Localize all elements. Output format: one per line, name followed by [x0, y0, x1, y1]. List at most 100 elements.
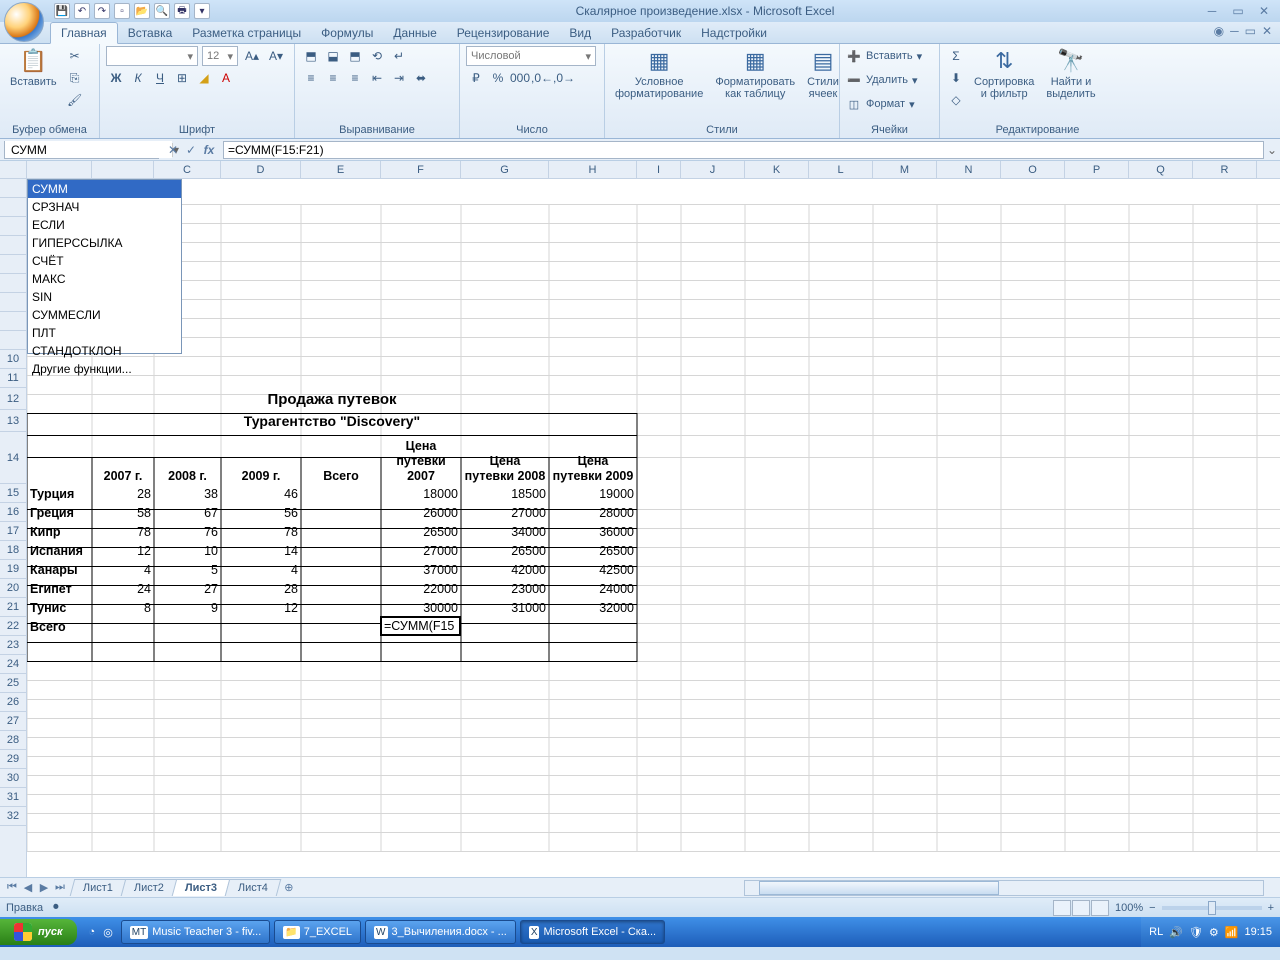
cell[interactable]: 5: [154, 560, 221, 579]
column-headers[interactable]: CDEFGHIJKLMNOPQRS: [27, 161, 1280, 179]
tab-page-layout[interactable]: Разметка страницы: [182, 23, 311, 43]
underline-icon[interactable]: Ч: [150, 68, 170, 88]
cell[interactable]: Канары: [27, 560, 92, 579]
row-header[interactable]: [0, 312, 26, 331]
cell[interactable]: 24000: [549, 579, 637, 598]
row-header[interactable]: 15: [0, 484, 26, 503]
row-header[interactable]: 26: [0, 693, 26, 712]
align-left-icon[interactable]: ≡: [301, 68, 321, 88]
office-button[interactable]: [4, 2, 44, 42]
cell[interactable]: 14: [221, 541, 301, 560]
cut-icon[interactable]: ✂: [65, 46, 85, 66]
tab-formulas[interactable]: Формулы: [311, 23, 383, 43]
cell[interactable]: 78: [92, 522, 154, 541]
row-header[interactable]: 30: [0, 769, 26, 788]
cell[interactable]: 23000: [461, 579, 549, 598]
merge-icon[interactable]: ⬌: [411, 68, 431, 88]
cells-area[interactable]: СУММСРЗНАЧЕСЛИГИПЕРССЫЛКАСЧЁТМАКСSINСУММ…: [27, 179, 1280, 877]
cell[interactable]: Египет: [27, 579, 92, 598]
sheet-nav-last-icon[interactable]: ⏭: [52, 881, 68, 894]
indent-inc-icon[interactable]: ⇥: [389, 68, 409, 88]
function-item[interactable]: СРЗНАЧ: [28, 198, 181, 216]
close-doc-icon[interactable]: ✕: [1262, 24, 1272, 38]
col-header[interactable]: S: [1257, 161, 1280, 178]
cell[interactable]: 32000: [549, 598, 637, 617]
maximize-button[interactable]: ▭: [1226, 3, 1250, 19]
cell[interactable]: Цена путевки 2009: [549, 432, 637, 484]
sheet-tab[interactable]: Лист4: [225, 879, 282, 896]
cell[interactable]: 67: [154, 503, 221, 522]
tray-icon[interactable]: ⚙: [1209, 926, 1219, 939]
tab-developer[interactable]: Разработчик: [601, 23, 691, 43]
indent-dec-icon[interactable]: ⇤: [367, 68, 387, 88]
row-header[interactable]: 23: [0, 636, 26, 655]
cell[interactable]: 2007 г.: [92, 432, 154, 484]
cell[interactable]: 27: [154, 579, 221, 598]
fx-icon[interactable]: fx: [201, 143, 217, 157]
zoom-out-icon[interactable]: −: [1149, 902, 1155, 914]
sheet-nav-prev-icon[interactable]: ◀: [20, 881, 36, 894]
row-header[interactable]: 29: [0, 750, 26, 769]
align-middle-icon[interactable]: ⬓: [323, 46, 343, 66]
paste-button[interactable]: 📋 Вставить: [6, 46, 61, 90]
sheet-tab[interactable]: Лист1: [70, 879, 127, 896]
select-all-corner[interactable]: [0, 161, 27, 179]
cell[interactable]: 12: [221, 598, 301, 617]
cell[interactable]: 18500: [461, 484, 549, 503]
tab-review[interactable]: Рецензирование: [447, 23, 560, 43]
system-tray[interactable]: RL 🔊 🛡 ⚙ 📶 19:15: [1141, 917, 1280, 947]
row-header[interactable]: 17: [0, 522, 26, 541]
row-header[interactable]: 31: [0, 788, 26, 807]
function-item[interactable]: СЧЁТ: [28, 252, 181, 270]
col-header[interactable]: K: [745, 161, 809, 178]
cell[interactable]: 30000: [381, 598, 461, 617]
quick-print-icon[interactable]: 🖶: [174, 3, 190, 19]
cell[interactable]: 38: [154, 484, 221, 503]
italic-icon[interactable]: К: [128, 68, 148, 88]
cell[interactable]: 42000: [461, 560, 549, 579]
font-family-select[interactable]: ▾: [106, 46, 198, 66]
cell[interactable]: 2008 г.: [154, 432, 221, 484]
font-size-select[interactable]: 12▾: [202, 46, 238, 66]
cell-styles-button[interactable]: ▤Стили ячеек: [803, 46, 843, 102]
row-header[interactable]: 11: [0, 369, 26, 388]
tray-icon[interactable]: 🔊: [1169, 926, 1183, 939]
cell[interactable]: 42500: [549, 560, 637, 579]
help-icon[interactable]: ◉: [1214, 24, 1224, 38]
row-header[interactable]: [0, 217, 26, 236]
cell[interactable]: 10: [154, 541, 221, 560]
cell[interactable]: 28000: [549, 503, 637, 522]
row-headers[interactable]: 1011121314151617181920212223242526272829…: [0, 179, 27, 877]
col-header[interactable]: D: [221, 161, 301, 178]
row-header[interactable]: 22: [0, 617, 26, 636]
cell[interactable]: 36000: [549, 522, 637, 541]
expand-formula-bar-icon[interactable]: ⌄: [1264, 143, 1280, 157]
tray-icon[interactable]: 📶: [1225, 926, 1239, 939]
format-as-table-button[interactable]: ▦Форматировать как таблицу: [711, 46, 799, 102]
formula-input[interactable]: =СУММ(F15:F21): [223, 141, 1264, 159]
shrink-font-icon[interactable]: A▾: [266, 46, 286, 66]
close-button[interactable]: ✕: [1252, 3, 1276, 19]
row-header[interactable]: [0, 255, 26, 274]
cell[interactable]: Греция: [27, 503, 92, 522]
cell[interactable]: 28: [221, 579, 301, 598]
function-item[interactable]: ЕСЛИ: [28, 216, 181, 234]
cell[interactable]: 22000: [381, 579, 461, 598]
cell[interactable]: 28: [92, 484, 154, 503]
function-dropdown[interactable]: СУММСРЗНАЧЕСЛИГИПЕРССЫЛКАСЧЁТМАКСSINСУММ…: [27, 179, 182, 354]
cell[interactable]: 4: [221, 560, 301, 579]
row-header[interactable]: 13: [0, 410, 26, 432]
function-item[interactable]: СУММ: [28, 180, 181, 198]
row-header[interactable]: 18: [0, 541, 26, 560]
row-header[interactable]: 24: [0, 655, 26, 674]
borders-icon[interactable]: ⊞: [172, 68, 192, 88]
col-header[interactable]: P: [1065, 161, 1129, 178]
row-header[interactable]: 14: [0, 432, 26, 484]
row-header[interactable]: [0, 274, 26, 293]
cell[interactable]: 37000: [381, 560, 461, 579]
format-painter-icon[interactable]: 🖌: [65, 90, 85, 110]
taskbar-item[interactable]: W3_Вычиления.docx - ...: [365, 920, 516, 944]
clear-icon[interactable]: ◇: [946, 90, 966, 110]
h-scrollbar-thumb[interactable]: [759, 881, 999, 895]
open-icon[interactable]: 📂: [134, 3, 150, 19]
